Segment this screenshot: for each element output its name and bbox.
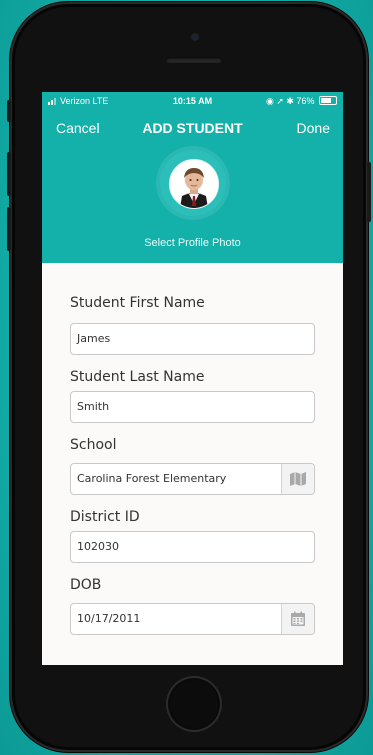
dob-label: DOB	[70, 577, 102, 593]
last-name-label: Student Last Name	[70, 369, 205, 385]
alarm-icon: ◉	[265, 96, 274, 106]
district-id-field[interactable]: 102030	[70, 531, 315, 563]
profile-photo-button[interactable]	[160, 150, 226, 216]
status-right: ◉ ➚ ✱ 76%	[266, 96, 337, 107]
calendar-icon	[291, 611, 305, 626]
done-button[interactable]: Done	[297, 120, 330, 136]
nav-bar: Cancel ADD STUDENT Done	[42, 116, 343, 138]
last-name-field[interactable]: Smith	[70, 391, 315, 423]
district-id-value: 102030	[77, 540, 119, 553]
school-value: Carolina Forest Elementary	[77, 472, 227, 485]
first-name-label: Student First Name	[70, 295, 205, 311]
school-field[interactable]: Carolina Forest Elementary	[70, 463, 315, 495]
volume-down-button	[7, 207, 11, 251]
earpiece-speaker	[166, 57, 222, 63]
district-id-label: District ID	[70, 509, 140, 525]
mute-switch	[7, 100, 11, 122]
dob-value: 10/17/2011	[77, 612, 141, 625]
dob-calendar-button[interactable]	[281, 604, 314, 634]
power-button	[367, 162, 371, 222]
home-button[interactable]	[166, 676, 222, 732]
select-profile-photo-link[interactable]: Select Profile Photo	[42, 237, 343, 249]
header: Verizon LTE 10:15 AM ◉ ➚ ✱ 76% Cancel AD…	[42, 92, 343, 263]
battery-icon	[319, 96, 337, 105]
school-label: School	[70, 437, 117, 453]
school-map-button[interactable]	[281, 464, 314, 494]
status-bar: Verizon LTE 10:15 AM ◉ ➚ ✱ 76%	[42, 92, 343, 110]
first-name-value: James	[77, 332, 111, 345]
first-name-field[interactable]: James	[70, 323, 315, 355]
dob-field[interactable]: 10/17/2011	[70, 603, 315, 635]
map-icon	[290, 472, 306, 486]
bluetooth-icon: ✱	[286, 96, 294, 106]
front-camera	[191, 33, 199, 41]
location-icon: ➚	[276, 96, 284, 106]
last-name-value: Smith	[77, 400, 110, 413]
student-photo	[170, 160, 218, 208]
app-screen: Verizon LTE 10:15 AM ◉ ➚ ✱ 76% Cancel AD…	[42, 92, 343, 665]
battery-percent: 76%	[296, 96, 315, 106]
avatar	[169, 159, 219, 209]
volume-up-button	[7, 152, 11, 196]
